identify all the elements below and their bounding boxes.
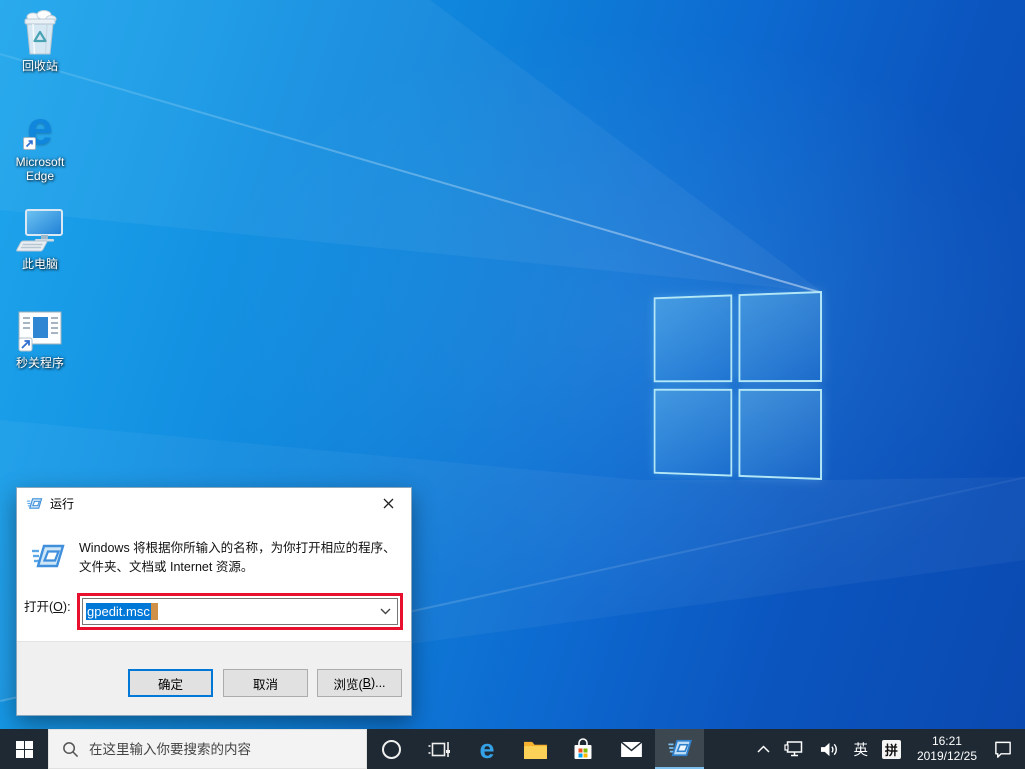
clock-time: 16:21 (931, 734, 962, 748)
description-line-2: 文件夹、文档或 Internet 资源。 (79, 560, 254, 574)
cancel-button[interactable]: 取消 (223, 669, 308, 697)
open-label-text: ): (62, 600, 71, 614)
edge-icon: e (11, 100, 69, 152)
clock-date: 2019/12/25 (916, 749, 977, 763)
file-explorer-button[interactable] (511, 729, 559, 769)
desktop-icon-recycle-bin[interactable]: 回收站 (11, 6, 69, 73)
run-icon-large (30, 538, 66, 579)
cortana-circle-icon (381, 739, 401, 759)
edge-icon: e (479, 733, 495, 764)
run-taskbar-button-active[interactable] (655, 729, 704, 769)
start-button[interactable] (0, 729, 48, 769)
hidden-icons-button[interactable] (750, 729, 777, 769)
dialog-title: 运行 (50, 496, 75, 511)
windows-logo-pane (653, 388, 732, 477)
run-dialog: 运行 Windows 将根据你所输入的名称，为你打开相应的程序、 文件夹、文档或… (16, 487, 412, 716)
run-command-input[interactable]: gpedit.msc (82, 598, 398, 625)
taskbar: e (0, 729, 1025, 769)
ok-button[interactable]: 确定 (128, 669, 213, 697)
desktop-icon-label: 回收站 (21, 59, 58, 73)
search-input[interactable] (89, 741, 344, 757)
windows-logo-pane (653, 294, 732, 383)
description-line-1: Windows 将根据你所输入的名称，为你打开相应的程序、 (79, 541, 396, 555)
ime-mode-indicator[interactable]: 拼 (875, 729, 908, 769)
browse-accesskey: B (362, 676, 371, 690)
browse-label-text: 浏览( (333, 677, 363, 692)
language-indicator[interactable]: 英 (846, 729, 875, 769)
mail-button[interactable] (607, 729, 655, 769)
folder-icon (523, 741, 547, 759)
cortana-button[interactable] (367, 729, 415, 769)
annotation-highlight-box: gpedit.msc (77, 593, 403, 630)
language-label: 英 (853, 742, 868, 759)
desktop-icon-shortcut-app[interactable]: 秒关程序 (11, 307, 69, 370)
chevron-up-icon (757, 745, 770, 753)
browse-label-text: )... (370, 676, 386, 690)
browse-button[interactable]: 浏览(B)... (317, 669, 402, 697)
close-icon[interactable] (366, 489, 411, 518)
speaker-icon (821, 742, 838, 756)
desktop-icon-microsoft-edge[interactable]: e Microsoft Edge (11, 100, 69, 183)
system-tray: 英 拼 16:21 2019/12/25 (750, 729, 1025, 769)
network-ethernet-icon (784, 741, 803, 757)
store-button[interactable] (559, 729, 607, 769)
this-pc-icon (11, 206, 69, 254)
windows-logo-pane (738, 388, 822, 480)
desktop-icon-label: Microsoft Edge (15, 155, 65, 183)
volume-button[interactable] (812, 729, 846, 769)
ime-badge: 拼 (881, 739, 901, 759)
recycle-bin-icon (11, 6, 69, 56)
run-icon (667, 739, 692, 757)
task-view-button[interactable] (415, 729, 463, 769)
chevron-down-icon[interactable] (373, 599, 397, 624)
wallpaper-ray-edge (0, 53, 823, 294)
microsoft-store-icon (574, 737, 592, 759)
network-status-button[interactable] (777, 729, 812, 769)
windows-start-icon (15, 740, 33, 758)
run-dialog-description: Windows 将根据你所输入的名称，为你打开相应的程序、 文件夹、文档或 In… (79, 539, 401, 577)
text-caret (150, 603, 158, 620)
wallpaper-windows-logo (653, 291, 822, 480)
open-label-text: 打开( (24, 600, 54, 614)
action-center-button[interactable] (986, 729, 1025, 769)
open-label-accesskey: O (53, 600, 63, 614)
desktop-icon-label: 此电脑 (21, 257, 58, 271)
search-icon (63, 741, 79, 757)
desktop-icon-label: 秒关程序 (15, 356, 64, 370)
open-field-label: 打开(O): (24, 596, 71, 615)
app-window-icon (11, 307, 69, 353)
windows-logo-pane (738, 291, 822, 383)
desktop-icon-this-pc[interactable]: 此电脑 (11, 206, 69, 271)
edge-taskbar-button[interactable]: e (463, 729, 511, 769)
taskbar-search-box[interactable] (48, 729, 367, 769)
taskbar-clock[interactable]: 16:21 2019/12/25 (908, 729, 986, 769)
run-icon (26, 497, 43, 509)
run-dialog-titlebar[interactable]: 运行 (17, 488, 411, 518)
task-view-icon (428, 741, 450, 757)
action-center-icon (995, 741, 1011, 758)
selected-input-text: gpedit.msc (86, 603, 151, 620)
mail-icon (620, 740, 642, 757)
shortcut-arrow-icon (23, 137, 37, 150)
